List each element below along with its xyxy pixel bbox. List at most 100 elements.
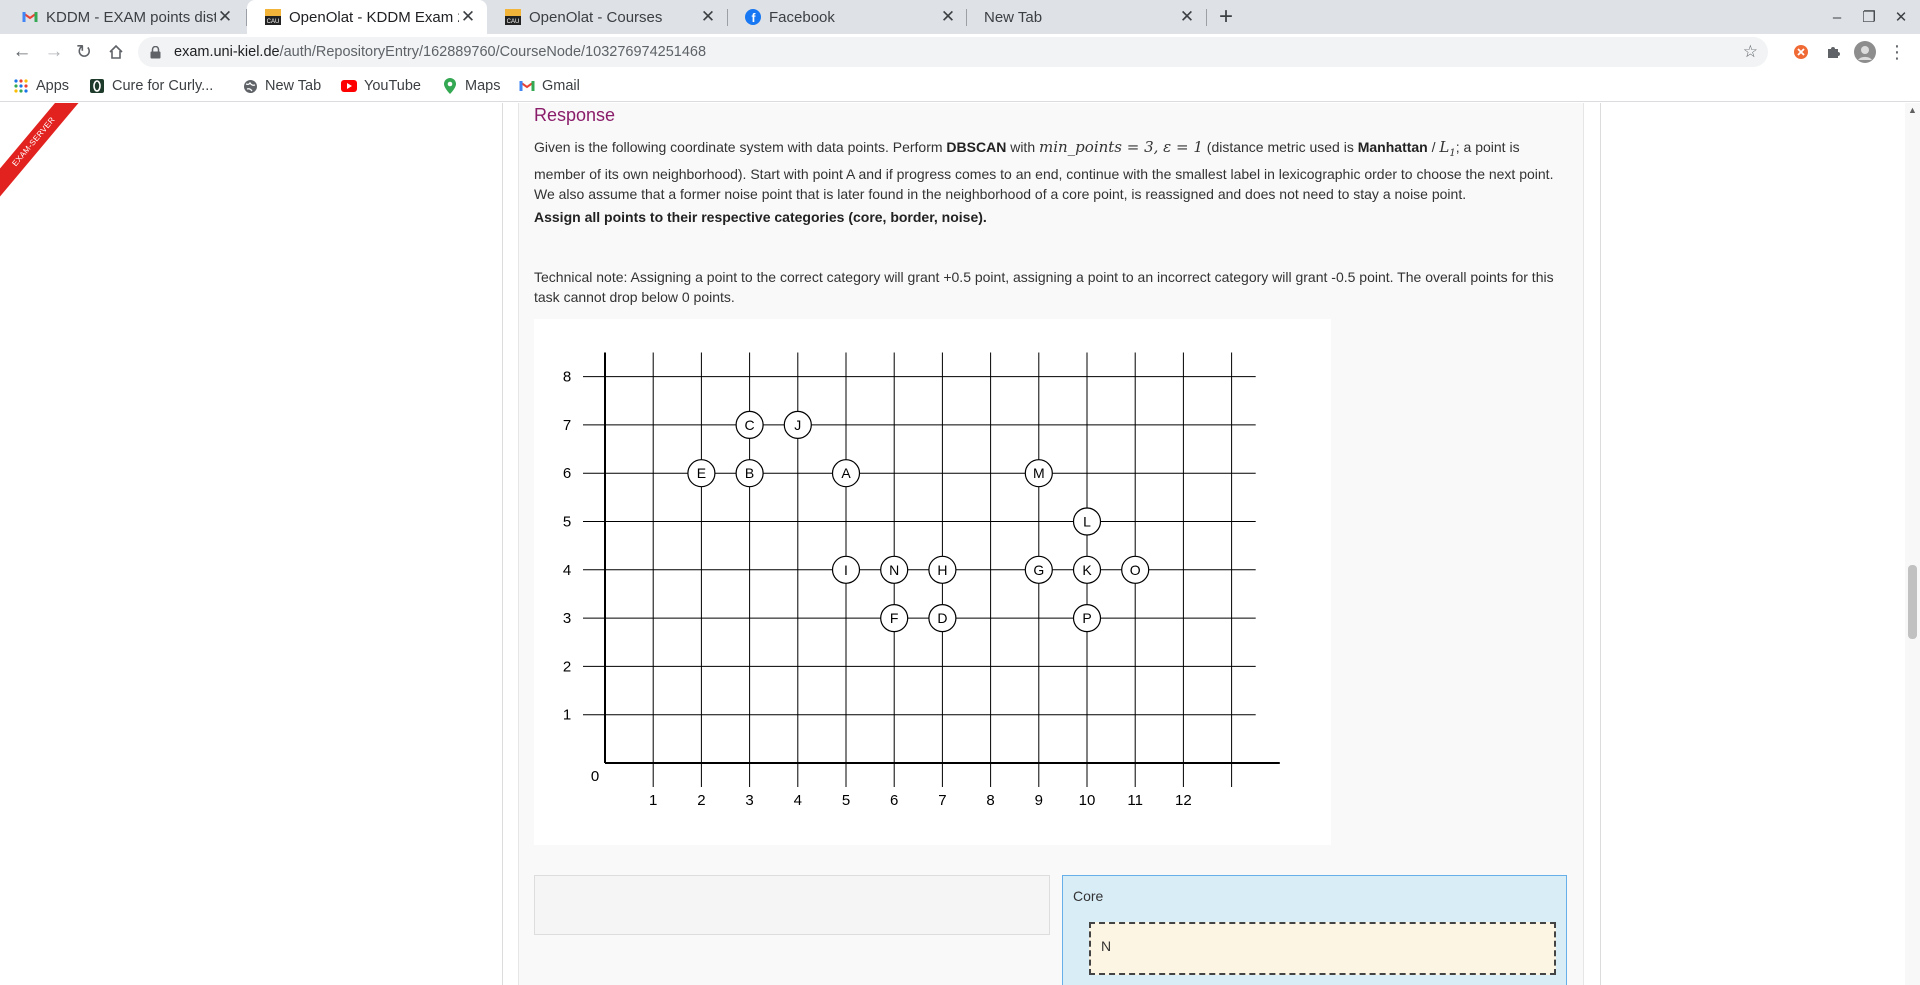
x-tick-label: 2: [697, 792, 705, 809]
url-path: /auth/RepositoryEntry/162889760/CourseNo…: [279, 44, 707, 60]
y-tick-label: 3: [563, 610, 571, 627]
data-point-label: N: [889, 562, 899, 578]
maps-pin-icon: [442, 78, 458, 94]
tab-kddm-exam-points[interactable]: KDDM - EXAM points distr ✕: [4, 0, 244, 34]
close-icon[interactable]: ✕: [939, 7, 957, 27]
close-icon[interactable]: ✕: [699, 7, 717, 27]
data-point-label: E: [697, 465, 706, 481]
drop-target-core[interactable]: Core N: [1062, 875, 1567, 985]
technical-note: Technical note: Assigning a point to the…: [534, 269, 1554, 305]
bookmark-label: Apps: [36, 78, 70, 94]
manhattan-keyword: Manhattan: [1357, 139, 1428, 155]
bookmark-favicon-icon: [89, 78, 105, 94]
facebook-icon: f: [745, 9, 761, 25]
scatter-chart: 1 2 3 4 5 6 7 8 9 10 11 12123456780ABCDEFGHIJKLMN OP: [563, 352, 1280, 809]
tab-strip: KDDM - EXAM points distr ✕ CAU OpenOlat …: [0, 0, 1920, 34]
address-bar[interactable]: exam.uni-kiel.de/auth/RepositoryEntry/16…: [138, 37, 1768, 67]
bookmark-label: Maps: [465, 78, 501, 94]
data-point-label: K: [1082, 562, 1092, 578]
new-tab-button[interactable]: +: [1212, 3, 1240, 31]
gmail-icon: [22, 9, 38, 25]
tab-title: OpenOlat - Courses: [529, 8, 663, 26]
tab-facebook[interactable]: f Facebook ✕: [727, 0, 967, 34]
x-tick-label: 1: [649, 792, 657, 809]
page-viewport: EXAM-SERVER Response Given is the follow…: [0, 103, 1920, 985]
intro-text: with: [1006, 139, 1039, 155]
data-point-label: L: [1083, 514, 1091, 530]
data-point-label: I: [844, 562, 848, 578]
data-point-label: F: [890, 610, 899, 626]
l1-symbol: L: [1439, 138, 1450, 156]
y-tick-label: 6: [563, 465, 571, 482]
bookmark-label: YouTube: [364, 78, 421, 94]
tab-openolat-kddm-exam[interactable]: CAU OpenOlat - KDDM Exam 2 ✕: [247, 0, 487, 34]
menu-kebab-icon[interactable]: ⋮: [1886, 41, 1908, 63]
answer-source-area[interactable]: [534, 875, 1050, 935]
data-point-label: O: [1130, 562, 1141, 578]
tab-new-tab[interactable]: New Tab ✕: [966, 0, 1206, 34]
minimize-icon[interactable]: –: [1820, 0, 1854, 34]
bookmark-label: Cure for Curly...: [112, 78, 214, 94]
close-icon[interactable]: ✕: [459, 7, 477, 27]
bookmark-apps[interactable]: Apps: [13, 76, 69, 96]
bookmark-star-icon[interactable]: ☆: [1743, 42, 1758, 62]
data-point-label: B: [745, 465, 754, 481]
divider: [502, 103, 503, 985]
close-icon[interactable]: ✕: [1178, 7, 1196, 27]
scrollbar-thumb[interactable]: [1908, 565, 1917, 639]
dbscan-keyword: DBSCAN: [946, 139, 1007, 155]
target-label: Core: [1073, 888, 1104, 904]
home-icon[interactable]: [102, 38, 130, 66]
bookmarks-bar: Apps Cure for Curly... New Tab YouTube M…: [0, 70, 1920, 102]
restore-icon[interactable]: ❐: [1852, 0, 1886, 34]
globe-icon: [242, 78, 258, 94]
svg-text:CAU: CAU: [507, 19, 520, 25]
data-point-label: M: [1033, 465, 1045, 481]
profile-avatar[interactable]: [1854, 41, 1876, 63]
y-tick-label: 4: [563, 562, 571, 579]
bookmark-new-tab[interactable]: New Tab: [242, 76, 321, 96]
bookmark-gmail[interactable]: Gmail: [519, 76, 580, 96]
data-point-label: J: [794, 417, 801, 433]
bookmark-cure-for-curly[interactable]: Cure for Curly...: [89, 76, 213, 96]
x-tick-label: 11: [1127, 792, 1143, 809]
bookmark-label: Gmail: [542, 78, 580, 94]
dbscan-params: min_points = 3, ε = 1: [1039, 138, 1203, 156]
back-icon[interactable]: ←: [8, 38, 36, 66]
x-tick-label: 6: [890, 792, 898, 809]
coordinate-system-figure: 1 2 3 4 5 6 7 8 9 10 11 12 1 2 3 4 5 6 7 8 0 A B C D E F G H I J K L M N O P: [534, 319, 1331, 845]
openolat-icon: CAU: [505, 9, 521, 25]
close-icon[interactable]: ✕: [216, 7, 234, 27]
x-tick-label: 8: [986, 792, 994, 809]
lock-icon: [150, 45, 164, 59]
close-window-icon[interactable]: ✕: [1884, 0, 1918, 34]
bookmark-maps[interactable]: Maps: [442, 76, 500, 96]
svg-text:CAU: CAU: [267, 19, 280, 25]
x-tick-label: 10: [1079, 792, 1096, 809]
x-tick-label: 5: [842, 792, 850, 809]
question-intro: Given is the following coordinate system…: [534, 137, 1559, 204]
x-tick-label: 7: [938, 792, 946, 809]
apps-grid-icon: [13, 78, 29, 94]
bookmark-label: New Tab: [265, 78, 322, 94]
y-tick-label: 8: [563, 369, 571, 386]
scroll-up-icon[interactable]: ▲: [1908, 105, 1917, 115]
x-tick-label: 12: [1175, 792, 1192, 809]
gmail-icon: [519, 78, 535, 94]
page-scrollbar[interactable]: ▲: [1905, 103, 1920, 985]
y-tick-label: 7: [563, 417, 571, 434]
tab-title: KDDM - EXAM points distr: [46, 8, 216, 26]
dropped-point-chip[interactable]: N: [1089, 922, 1556, 975]
reload-icon[interactable]: ↻: [70, 38, 98, 66]
extensions-puzzle-icon[interactable]: [1822, 41, 1844, 63]
data-point-label: A: [841, 465, 851, 481]
extension-red-icon[interactable]: [1790, 41, 1812, 63]
tab-openolat-courses[interactable]: CAU OpenOlat - Courses ✕: [487, 0, 727, 34]
data-point-label: C: [745, 417, 755, 433]
forward-icon[interactable]: →: [40, 38, 68, 66]
tab-title: Facebook: [769, 8, 835, 26]
data-point-label: H: [937, 562, 947, 578]
x-tick-label: 4: [794, 792, 802, 809]
url-host: exam.uni-kiel.de: [174, 44, 280, 60]
bookmark-youtube[interactable]: YouTube: [341, 76, 421, 96]
